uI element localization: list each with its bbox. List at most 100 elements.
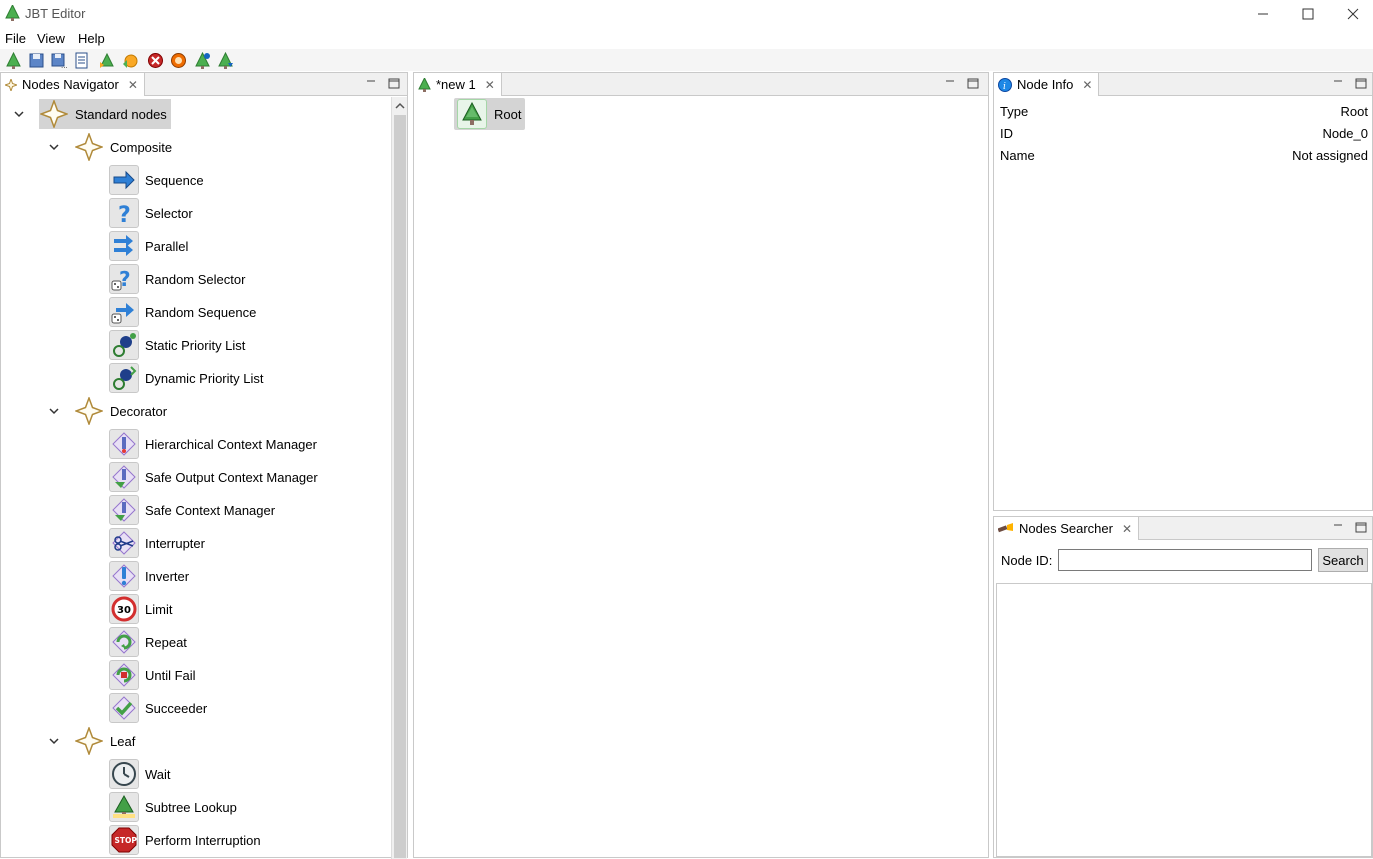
navigator-scrollbar[interactable] [391,97,407,859]
export-icon[interactable] [121,52,138,69]
close-tab-icon[interactable]: ✕ [128,78,138,92]
save-icon[interactable] [28,52,45,69]
maximize-icon [1302,8,1314,20]
node-info-panel: i Node Info ✕ Type Root ID Node_0 Name N… [993,72,1373,511]
tab-new-1[interactable]: *new 1 ✕ [414,73,502,96]
tree-item-limit[interactable]: 30 Limit [109,594,172,624]
document-icon[interactable] [73,52,90,69]
menu-help[interactable]: Help [78,31,105,46]
root-tree-icon [457,99,487,129]
tree-item-dynamic-priority-list[interactable]: Dynamic Priority List [109,363,263,393]
tree-item-safe-output-context-manager[interactable]: Safe Output Context Manager [109,462,318,492]
minimize-panel-icon[interactable] [1331,520,1345,534]
sequence-arrow-icon [109,165,139,195]
tree-item-label: Standard nodes [75,106,167,122]
repeat-icon [109,627,139,657]
tree-check-icon[interactable] [194,52,211,69]
random-selector-icon: ? [109,264,139,294]
dynamic-priority-icon [109,363,139,393]
tree-item-random-selector[interactable]: ? Random Selector [109,264,245,294]
tree-item-hierarchical-context-manager[interactable]: Hierarchical Context Manager [109,429,317,459]
minimize-icon [1258,13,1268,15]
tree-item-random-sequence[interactable]: Random Sequence [109,297,256,327]
limit-sign-icon: 30 [109,594,139,624]
nodes-searcher-panel: Nodes Searcher ✕ Node ID: Search [993,516,1373,858]
tree-export-icon[interactable] [217,52,234,69]
info-row-name: Name Not assigned [1000,145,1368,165]
search-button[interactable]: Search [1318,548,1368,572]
tree-item-label: Decorator [110,403,168,419]
tree-item-label: Random Sequence [145,304,257,320]
maximize-panel-icon[interactable] [966,76,980,90]
node-id-label: Node ID: [1001,553,1053,568]
editor-panel: *new 1 ✕ Root [413,72,989,858]
root-node[interactable]: Root [454,98,525,130]
tree-item-label: Selector [145,205,193,221]
menu-view[interactable]: View [37,31,65,46]
tree-item-selector[interactable]: ? Selector [109,198,193,228]
minimize-panel-icon[interactable] [943,76,957,90]
tree-item-parallel[interactable]: Parallel [109,231,188,261]
tree-item-interrupter[interactable]: Interrupter [109,528,205,558]
scroll-up-icon[interactable] [394,100,406,112]
root-node-label: Root [494,106,522,122]
expand-chevron-icon[interactable] [48,141,60,153]
close-tab-icon[interactable]: ✕ [485,78,495,92]
stop-icon[interactable] [147,52,164,69]
tree-item-inverter[interactable]: Inverter [109,561,189,591]
static-priority-icon [109,330,139,360]
tree-item-succeeder[interactable]: Succeeder [109,693,207,723]
debug-icon[interactable] [170,52,187,69]
tree-item-wait[interactable]: Wait [109,759,171,789]
tree-item-label: Leaf [110,733,136,749]
menu-bar: File View Help [0,27,1373,49]
node-info-tabbar: i Node Info ✕ [994,73,1372,96]
minimize-window-button[interactable] [1243,3,1283,25]
svg-text:30: 30 [117,605,131,616]
expand-chevron-icon[interactable] [48,735,60,747]
tab-label: *new 1 [436,77,476,92]
close-tab-icon[interactable]: ✕ [1122,522,1132,536]
scroll-thumb[interactable] [394,115,406,858]
tree-item-standard-nodes[interactable]: Standard nodes [39,99,171,129]
context-manager-icon [109,429,139,459]
tab-node-info[interactable]: i Node Info ✕ [994,73,1100,96]
menu-file[interactable]: File [5,31,26,46]
expand-chevron-icon[interactable] [13,108,25,120]
tree-item-perform-interruption[interactable]: STOP Perform Interruption [109,825,261,855]
nodes-tree: Standard nodes Composite Sequence? Selector… [1,97,391,857]
expand-chevron-icon[interactable] [48,405,60,417]
save-as-icon[interactable]: ... [50,52,67,69]
tree-item-static-priority-list[interactable]: Static Priority List [109,330,245,360]
tree-group-composite[interactable]: Composite [74,132,172,162]
tab-nodes-searcher[interactable]: Nodes Searcher ✕ [994,517,1140,540]
new-tree-icon[interactable] [5,52,22,69]
svg-text:STOP: STOP [115,836,138,845]
close-window-button[interactable] [1333,3,1373,25]
exclamation-icon [109,561,139,591]
stop-sign-icon: STOP [109,825,139,855]
close-icon [1347,8,1359,20]
tree-item-sequence[interactable]: Sequence [109,165,204,195]
minimize-panel-icon[interactable] [364,76,378,90]
tree-item-repeat[interactable]: Repeat [109,627,187,657]
tree-group-leaf[interactable]: Leaf [74,726,135,756]
node-id-input[interactable] [1058,549,1312,571]
tree-item-until-fail[interactable]: Until Fail [109,660,196,690]
tree-item-subtree-lookup[interactable]: Subtree Lookup [109,792,237,822]
clock-icon [109,759,139,789]
tree-item-safe-context-manager[interactable]: Safe Context Manager [109,495,275,525]
minimize-panel-icon[interactable] [1331,76,1345,90]
maximize-window-button[interactable] [1288,3,1328,25]
tree-group-decorator[interactable]: Decorator [74,396,167,426]
node-star-icon [74,132,104,162]
load-tree-icon[interactable] [98,52,115,69]
tab-nodes-navigator[interactable]: Nodes Navigator ✕ [1,73,145,96]
maximize-panel-icon[interactable] [1354,76,1368,90]
svg-text:?: ? [118,203,131,226]
tree-item-label: Safe Context Manager [145,502,276,518]
close-tab-icon[interactable]: ✕ [1082,78,1092,92]
maximize-panel-icon[interactable] [1354,520,1368,534]
safe-output-icon [109,462,139,492]
maximize-panel-icon[interactable] [387,76,401,90]
